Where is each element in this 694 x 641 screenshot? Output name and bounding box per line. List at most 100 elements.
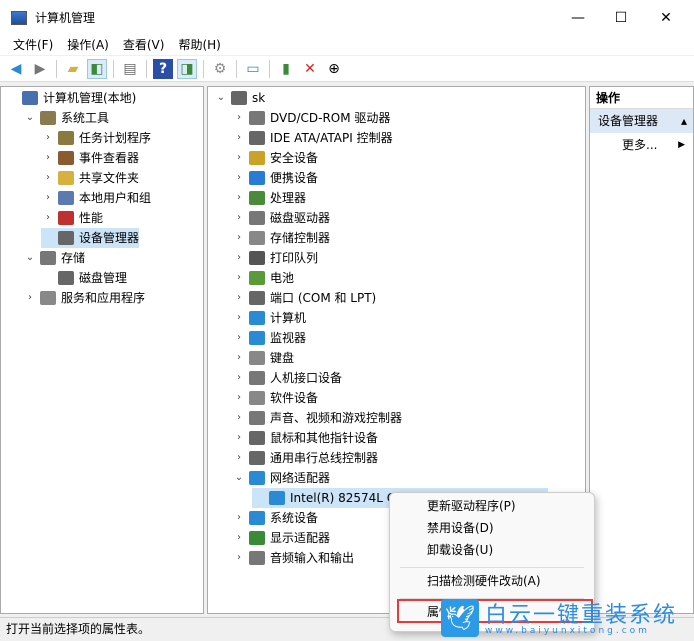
device-root[interactable]: ⌄ sk <box>214 88 265 108</box>
expand-chevron-icon[interactable]: › <box>232 388 246 408</box>
device-category[interactable]: › 安全设备 <box>232 148 318 168</box>
device-category[interactable]: › 人机接口设备 <box>232 368 342 388</box>
device-category[interactable]: › 监视器 <box>232 328 306 348</box>
menu-uninstall-device[interactable]: 卸载设备(U) <box>427 539 493 561</box>
device-label: IDE ATA/ATAPI 控制器 <box>270 131 393 145</box>
expand-chevron-icon[interactable]: ⌄ <box>23 108 37 128</box>
scan-hardware-icon[interactable]: ▭ <box>243 59 263 79</box>
device-category[interactable]: › 显示适配器 <box>232 528 330 548</box>
tree-item[interactable]: ⌄ 系统工具 <box>23 108 109 128</box>
device-category[interactable]: › 音频输入和输出 <box>232 548 354 568</box>
device-category[interactable]: › 处理器 <box>232 188 306 208</box>
expand-chevron-icon[interactable]: › <box>41 188 55 208</box>
expand-chevron-icon[interactable]: › <box>232 228 246 248</box>
collapse-icon: ▴ <box>680 114 687 128</box>
expand-chevron-icon[interactable]: › <box>232 168 246 188</box>
device-label: 网络适配器 <box>270 471 331 485</box>
expand-chevron-icon[interactable]: › <box>23 288 37 308</box>
menu-view[interactable]: 查看(V) <box>116 35 172 55</box>
expand-chevron-icon[interactable]: › <box>232 508 246 528</box>
minimize-button[interactable]: — <box>555 0 601 35</box>
device-category[interactable]: › 软件设备 <box>232 388 318 408</box>
menu-action[interactable]: 操作(A) <box>60 35 116 55</box>
tree-item[interactable]: › 性能 <box>41 208 103 228</box>
device-category[interactable]: › 通用串行总线控制器 <box>232 448 378 468</box>
expand-chevron-icon[interactable]: › <box>232 368 246 388</box>
device-label: 计算机 <box>270 311 307 325</box>
computer-management-icon <box>11 10 27 25</box>
expand-chevron-icon[interactable]: › <box>232 548 246 568</box>
device-category[interactable]: › 磁盘驱动器 <box>232 208 330 228</box>
expand-chevron-icon[interactable]: › <box>232 528 246 548</box>
expand-chevron-icon[interactable]: ⌄ <box>23 248 37 268</box>
actions-more[interactable]: 更多... ▶ <box>590 133 693 157</box>
tree-item[interactable]: › 本地用户和组 <box>41 188 151 208</box>
expand-chevron-icon[interactable]: › <box>232 128 246 148</box>
enable-device-icon[interactable]: ▮ <box>276 59 296 79</box>
menu-disable-device[interactable]: 禁用设备(D) <box>427 517 494 539</box>
maximize-button[interactable]: ☐ <box>598 0 644 35</box>
device-category[interactable]: ⌄ 网络适配器 <box>232 468 330 488</box>
expand-chevron-icon[interactable]: › <box>232 208 246 228</box>
update-driver-icon[interactable]: ⚙ <box>210 59 230 79</box>
tree-item[interactable]: 磁盘管理 <box>41 268 127 288</box>
expand-chevron-icon[interactable]: › <box>232 248 246 268</box>
uninstall-icon[interactable]: ✕ <box>300 59 320 79</box>
disable-icon[interactable]: ⊕ <box>324 59 344 79</box>
expand-chevron-icon[interactable]: › <box>232 268 246 288</box>
tree-item[interactable]: › 共享文件夹 <box>41 168 139 188</box>
expand-chevron-icon[interactable]: › <box>232 428 246 448</box>
expand-chevron-icon[interactable]: › <box>232 108 246 128</box>
computer-icon <box>231 91 247 105</box>
node-icon <box>58 271 74 285</box>
show-action-pane-icon[interactable]: ◨ <box>177 58 197 79</box>
tree-item[interactable]: › 任务计划程序 <box>41 128 151 148</box>
device-category[interactable]: › 声音、视频和游戏控制器 <box>232 408 402 428</box>
menu-scan-hardware[interactable]: 扫描检测硬件改动(A) <box>427 570 541 592</box>
device-category[interactable]: › IDE ATA/ATAPI 控制器 <box>232 128 393 148</box>
show-hide-tree-icon[interactable]: ◧ <box>87 58 107 79</box>
expand-chevron-icon[interactable]: › <box>232 348 246 368</box>
expand-chevron-icon[interactable]: › <box>232 288 246 308</box>
device-category[interactable]: › 端口 (COM 和 LPT) <box>232 288 376 308</box>
close-button[interactable]: ✕ <box>643 0 689 35</box>
device-category[interactable]: › 鼠标和其他指针设备 <box>232 428 378 448</box>
device-category[interactable]: › DVD/CD-ROM 驱动器 <box>232 108 390 128</box>
device-category[interactable]: › 系统设备 <box>232 508 318 528</box>
actions-header: 操作 <box>590 87 693 109</box>
forward-icon[interactable]: ▶ <box>30 59 50 79</box>
console-tree: 计算机管理(本地) ⌄ 系统工具 › 任务计划程序 › 事件查看器 › 共享文件夹 › 本地用户和组… <box>0 86 204 614</box>
tree-item[interactable]: 计算机管理(本地) <box>5 88 136 108</box>
device-category[interactable]: › 电池 <box>232 268 294 288</box>
up-folder-icon[interactable]: ▰ <box>63 59 83 79</box>
help-icon[interactable]: ? <box>153 58 173 79</box>
collapse-chevron-icon[interactable]: ⌄ <box>214 88 228 108</box>
expand-chevron-icon[interactable]: › <box>41 128 55 148</box>
device-category[interactable]: › 存储控制器 <box>232 228 330 248</box>
expand-chevron-icon[interactable]: › <box>232 408 246 428</box>
device-icon <box>249 231 265 245</box>
actions-section-device-manager[interactable]: 设备管理器 ▴ <box>590 109 693 133</box>
back-icon[interactable]: ◀ <box>6 59 26 79</box>
menu-update-driver[interactable]: 更新驱动程序(P) <box>427 495 516 517</box>
menu-help[interactable]: 帮助(H) <box>171 35 227 55</box>
properties-icon[interactable]: ▤ <box>120 59 140 79</box>
tree-item[interactable]: › 服务和应用程序 <box>23 288 145 308</box>
device-category[interactable]: › 键盘 <box>232 348 294 368</box>
expand-chevron-icon[interactable]: › <box>232 328 246 348</box>
expand-chevron-icon[interactable]: › <box>232 308 246 328</box>
device-category[interactable]: › 便携设备 <box>232 168 318 188</box>
expand-chevron-icon[interactable]: ⌄ <box>232 468 246 488</box>
expand-chevron-icon[interactable]: › <box>41 208 55 228</box>
expand-chevron-icon[interactable]: › <box>41 148 55 168</box>
expand-chevron-icon[interactable]: › <box>41 168 55 188</box>
expand-chevron-icon[interactable]: › <box>232 448 246 468</box>
tree-item[interactable]: ⌄ 存储 <box>23 248 85 268</box>
tree-item[interactable]: 设备管理器 <box>41 228 140 248</box>
menu-file[interactable]: 文件(F) <box>6 35 60 55</box>
device-category[interactable]: › 打印队列 <box>232 248 318 268</box>
expand-chevron-icon[interactable]: › <box>232 148 246 168</box>
tree-item[interactable]: › 事件查看器 <box>41 148 139 168</box>
device-category[interactable]: › 计算机 <box>232 308 306 328</box>
expand-chevron-icon[interactable]: › <box>232 188 246 208</box>
